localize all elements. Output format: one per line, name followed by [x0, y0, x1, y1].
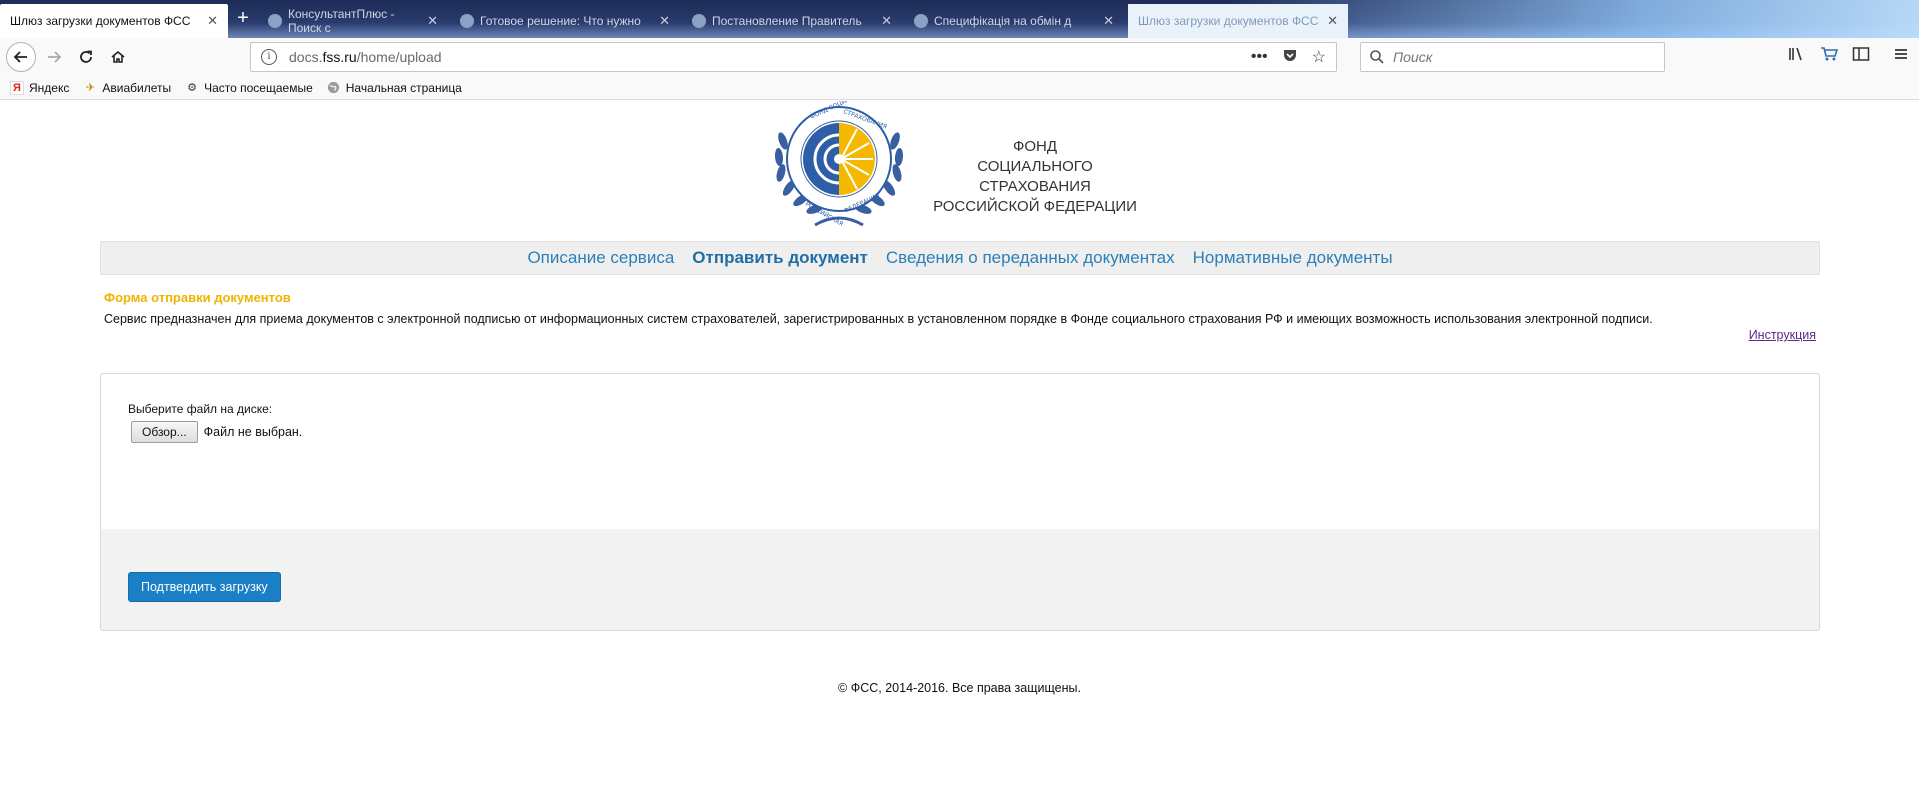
- org-name-line2: СОЦИАЛЬНОГО СТРАХОВАНИЯ: [977, 158, 1093, 195]
- confirm-upload-button[interactable]: Подтвердить загрузку: [128, 572, 281, 602]
- yandex-icon: Я: [10, 80, 24, 95]
- bookmark-star-icon[interactable]: ☆: [1312, 47, 1326, 67]
- favicon-icon: [460, 14, 474, 28]
- browser-tab-strip: Шлюз загрузки документов ФСС ✕ + Консуль…: [0, 0, 1919, 38]
- bookmark-label: Начальная страница: [345, 80, 462, 95]
- main-menu: Описание сервиса Отправить документ Свед…: [100, 241, 1820, 275]
- panel-footer: [101, 529, 1819, 630]
- tab-background[interactable]: КонсультантПлюс - Поиск с ✕: [258, 4, 448, 38]
- forward-arrow-icon[interactable]: [40, 43, 68, 71]
- tab-background[interactable]: Специфікація на обмін д ✕: [904, 4, 1124, 38]
- bookmarks-toolbar: Я Яндекс ✈ Авиабилеты ⚙ Часто посещаемые…: [0, 76, 1919, 100]
- file-label: Выберите файл на диске:: [128, 402, 273, 416]
- tab-title: Шлюз загрузки документов ФСС: [10, 14, 191, 28]
- tab-title: КонсультантПлюс - Поиск с: [288, 7, 395, 35]
- favicon-icon: [268, 14, 282, 28]
- hamburger-menu-icon[interactable]: [1893, 46, 1909, 67]
- tab-title: Готовое решение: Что нужно: [480, 14, 641, 28]
- file-status: Файл не выбран.: [203, 425, 303, 439]
- bookmark-start-page[interactable]: Начальная страница: [327, 81, 462, 95]
- reload-icon[interactable]: [72, 43, 100, 71]
- search-bar[interactable]: Поиск: [1360, 42, 1665, 72]
- search-placeholder: Поиск: [1393, 49, 1433, 65]
- pocket-icon[interactable]: [1282, 47, 1298, 68]
- tab-title: Постановление Правитель: [712, 14, 862, 28]
- tab-active[interactable]: Шлюз загрузки документов ФСС ✕: [0, 4, 228, 38]
- page-content: ФОНД СОЦИАЛЬНОГО СТРАХОВАНИЯ РОССИЙСКАЯ …: [0, 101, 1919, 812]
- close-tab-icon[interactable]: ✕: [201, 13, 218, 29]
- menu-item-regulatory-documents[interactable]: Нормативные документы: [1193, 248, 1393, 268]
- home-icon[interactable]: [104, 43, 132, 71]
- close-tab-icon[interactable]: ✕: [1321, 13, 1338, 29]
- organization-name: ФОНД СОЦИАЛЬНОГО СТРАХОВАНИЯ РОССИЙСКОЙ …: [930, 137, 1140, 217]
- bookmark-aviatickets[interactable]: ✈ Авиабилеты: [83, 81, 171, 95]
- airplane-icon: ✈: [85, 82, 95, 94]
- instruction-link[interactable]: Инструкция: [1749, 328, 1816, 342]
- address-url: docs.fss.ru/home/upload: [289, 49, 442, 65]
- search-icon: [1370, 50, 1384, 64]
- form-description: Сервис предназначен для приема документо…: [104, 312, 1653, 326]
- new-tab-icon[interactable]: +: [232, 8, 254, 30]
- footer-copyright: © ФСС, 2014-2016. Все права защищены.: [838, 681, 1081, 695]
- form-title: Форма отправки документов: [104, 290, 291, 305]
- bookmark-label: Часто посещаемые: [204, 80, 313, 95]
- fss-logo-emblem: ФОНД СОЦИАЛЬНОГО СТРАХОВАНИЯ РОССИЙСКАЯ …: [774, 101, 904, 228]
- menu-item-send-document[interactable]: Отправить документ: [692, 248, 868, 268]
- close-tab-icon[interactable]: ✕: [875, 13, 892, 29]
- bookmark-label: Авиабилеты: [102, 80, 172, 95]
- sidebar-icon[interactable]: [1852, 46, 1870, 67]
- browse-button[interactable]: Обзор...: [131, 421, 198, 443]
- upload-panel: Выберите файл на диске: Обзор... Файл не…: [100, 373, 1820, 631]
- tab-background[interactable]: Шлюз загрузки документов ФСС ✕: [1128, 4, 1348, 38]
- file-input: Обзор... Файл не выбран.: [131, 421, 302, 443]
- bookmark-yandex[interactable]: Я Яндекс: [10, 80, 70, 95]
- navigation-toolbar: i docs.fss.ru/home/upload ••• ☆ Поиск: [0, 38, 1919, 76]
- tab-background[interactable]: Готовое решение: Что нужно ✕: [450, 4, 680, 38]
- org-name-line3: РОССИЙСКОЙ ФЕДЕРАЦИИ: [933, 198, 1137, 215]
- bookmark-label: Яндекс: [29, 80, 70, 95]
- org-name-line1: ФОНД: [1012, 138, 1058, 155]
- tab-title: Шлюз загрузки документов ФСС: [1138, 14, 1319, 28]
- cart-icon[interactable]: [1820, 46, 1839, 67]
- page-actions-icon[interactable]: •••: [1251, 48, 1268, 66]
- close-tab-icon[interactable]: ✕: [1097, 13, 1114, 29]
- tab-background[interactable]: Постановление Правитель ✕: [682, 4, 902, 38]
- site-info-icon[interactable]: i: [261, 49, 277, 65]
- library-icon[interactable]: [1788, 46, 1806, 67]
- menu-item-service-description[interactable]: Описание сервиса: [527, 248, 674, 268]
- tab-title: Специфікація на обмін д: [934, 14, 1072, 28]
- favicon-icon: [692, 14, 706, 28]
- globe-icon: [327, 81, 341, 95]
- menu-item-sent-documents-info[interactable]: Сведения о переданных документах: [886, 248, 1175, 268]
- bookmark-most-visited[interactable]: ⚙ Часто посещаемые: [185, 81, 313, 95]
- back-arrow-icon[interactable]: [6, 42, 36, 72]
- close-tab-icon[interactable]: ✕: [421, 13, 438, 29]
- gear-icon: ⚙: [187, 82, 198, 94]
- favicon-icon: [914, 14, 928, 28]
- address-bar[interactable]: i docs.fss.ru/home/upload ••• ☆: [250, 42, 1337, 72]
- close-tab-icon[interactable]: ✕: [653, 13, 670, 29]
